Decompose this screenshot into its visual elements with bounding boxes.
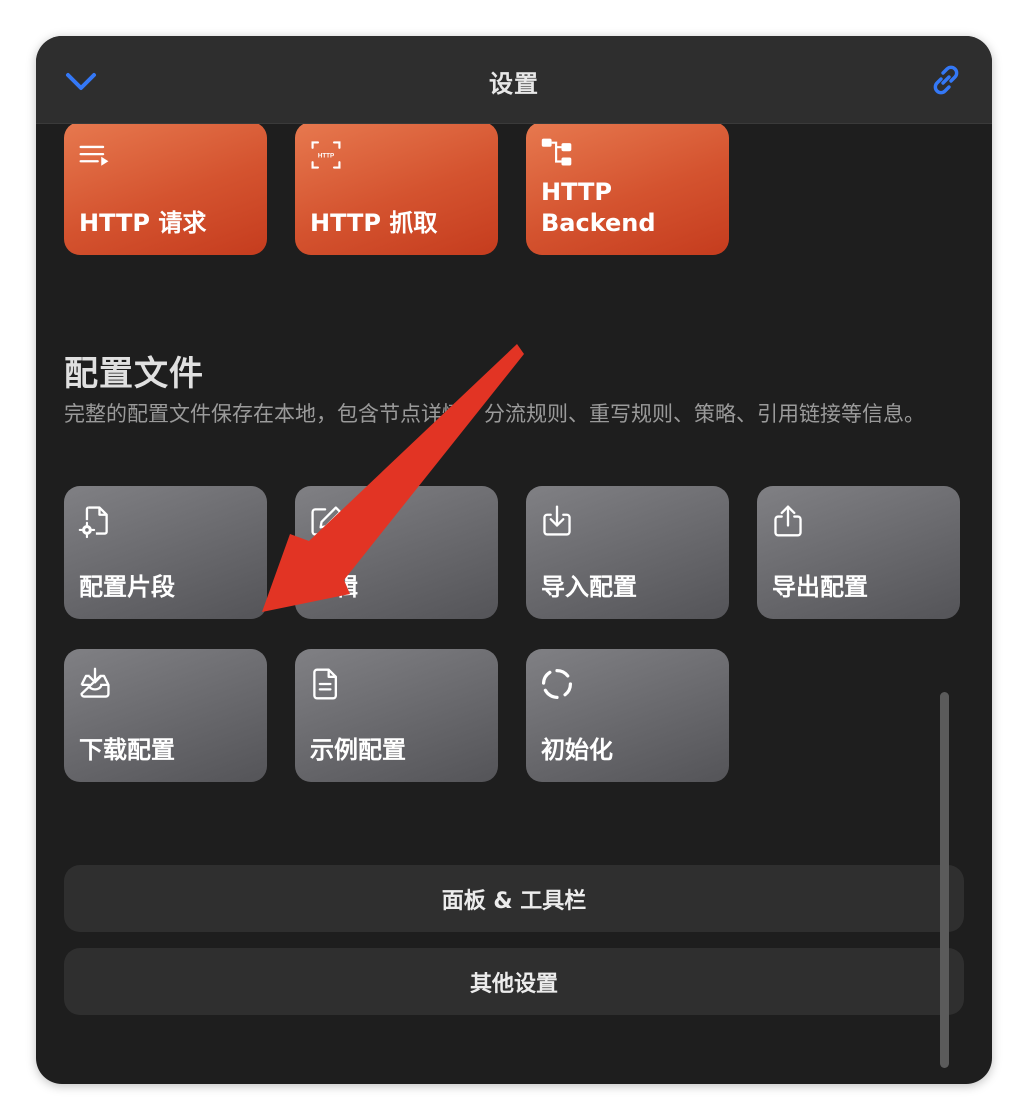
section-description: 完整的配置文件保存在本地，包含节点详情、分流规则、重写规则、策略、引用链接等信息… (64, 402, 925, 426)
tile-download-config[interactable]: 下载配置 (64, 649, 267, 782)
tile-label: 配置片段 (79, 573, 175, 601)
scrollbar[interactable] (940, 692, 949, 1068)
edit-icon (311, 506, 342, 536)
tile-http-request[interactable]: HTTP 请求 (64, 124, 267, 255)
reset-circle-icon (541, 668, 573, 700)
section-title: 配置文件 (64, 354, 204, 394)
tile-label: 初始化 (541, 736, 613, 764)
tile-sample-config[interactable]: 示例配置 (295, 649, 498, 782)
panel-toolbar-button[interactable]: 面板 & 工具栏 (64, 865, 964, 932)
tile-import-config[interactable]: 导入配置 (526, 486, 729, 619)
link-icon[interactable] (928, 62, 964, 98)
tile-label: 下载配置 (79, 736, 175, 764)
tile-http-backend[interactable]: HTTP Backend (526, 124, 729, 255)
tile-label: 示例配置 (310, 736, 406, 764)
tile-label: 编辑 (310, 573, 358, 601)
import-icon (543, 505, 571, 536)
http-capture-icon: HTTP (311, 141, 341, 169)
tile-label: 导出配置 (772, 573, 868, 601)
tile-http-capture[interactable]: HTTP HTTP 抓取 (295, 124, 498, 255)
settings-window: 设置 HTTP 请求 HTTP HTTP 抓取 HTTP Backend 配置文… (36, 36, 992, 1084)
tile-config-snippet[interactable]: 配置片段 (64, 486, 267, 619)
download-tray-icon (80, 667, 110, 698)
tile-export-config[interactable]: 导出配置 (757, 486, 960, 619)
list-play-icon (79, 145, 109, 166)
other-settings-button[interactable]: 其他设置 (64, 948, 964, 1015)
export-icon (774, 505, 802, 537)
page-title: 设置 (489, 70, 539, 98)
settings-content[interactable]: HTTP 请求 HTTP HTTP 抓取 HTTP Backend 配置文件 完… (36, 124, 992, 1084)
tile-label: HTTP 请求 (79, 209, 207, 237)
document-gear-icon (78, 506, 108, 539)
svg-text:HTTP: HTTP (318, 153, 334, 160)
tile-label: HTTP 抓取 (310, 209, 438, 237)
title-bar: 设置 (36, 36, 992, 124)
hierarchy-icon (541, 138, 572, 166)
document-lines-icon (313, 668, 338, 700)
tile-label: 导入配置 (541, 573, 637, 601)
tile-label: HTTP Backend (541, 178, 656, 237)
tile-initialize[interactable]: 初始化 (526, 649, 729, 782)
tile-edit[interactable]: 编辑 (295, 486, 498, 619)
